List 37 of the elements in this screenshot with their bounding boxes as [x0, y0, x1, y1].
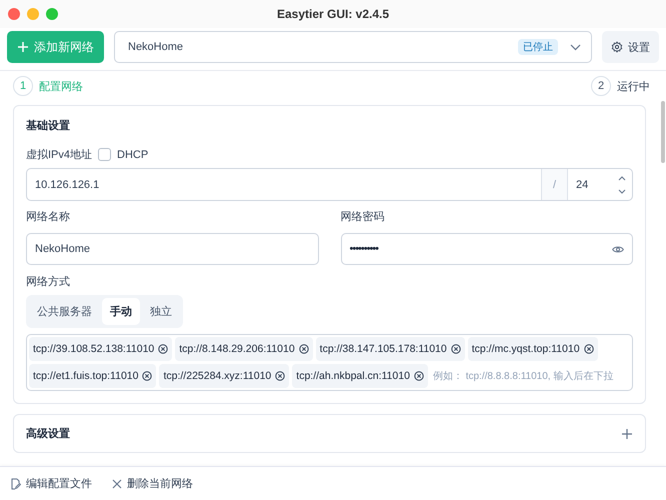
- field-label: 网络方式: [26, 274, 71, 289]
- mode-option[interactable]: 手动: [102, 298, 140, 325]
- settings-button[interactable]: 设置: [602, 31, 659, 63]
- peer-address: tcp://39.108.52.138:11010: [33, 343, 154, 355]
- peer-address: tcp://8.148.29.206:11010: [179, 343, 295, 355]
- password-dots: ••••••••••: [350, 243, 378, 255]
- network-name-field[interactable]: NekoHome: [26, 233, 318, 265]
- slash-separator: /: [541, 169, 568, 200]
- mode-option[interactable]: 公共服务器: [29, 298, 100, 325]
- prefix-value: 24: [576, 178, 588, 190]
- delete-network-button[interactable]: 删除当前网络: [112, 476, 193, 491]
- ipv4-field[interactable]: 10.126.126.1 / 24: [26, 168, 633, 201]
- field-label: 网络密码: [340, 210, 386, 224]
- network-dropdown[interactable]: NekoHome 已停止: [114, 31, 592, 63]
- step-number: 2: [591, 76, 611, 96]
- status-badge: 已停止: [518, 39, 558, 55]
- step-number: 1: [13, 76, 33, 96]
- section-title: 高级设置: [26, 426, 70, 441]
- peer-address: tcp://225284.xyz:11010: [163, 370, 272, 382]
- peer-address: tcp://mc.yqst.top:11010: [472, 343, 580, 355]
- window-title: Easytier GUI: v2.4.5: [276, 7, 390, 21]
- edit-config-button[interactable]: 编辑配置文件: [10, 476, 92, 491]
- peer-address: tcp://et1.fuis.top:11010: [33, 370, 138, 382]
- step-label[interactable]: 运行中: [617, 78, 650, 94]
- advanced-settings-card[interactable]: 高级设置: [13, 414, 646, 453]
- mode-option[interactable]: 独立: [142, 298, 180, 325]
- password-field[interactable]: ••••••••••: [340, 233, 633, 265]
- ip-address: 10.126.126.1: [34, 178, 100, 192]
- checkbox-label: DHCP: [117, 148, 148, 160]
- peer-address: tcp://ah.nkbpal.cn:11010: [296, 370, 410, 382]
- peer-address: tcp://38.147.105.178:11010: [320, 343, 447, 355]
- field-label: 虚拟IPv4地址: [26, 148, 92, 162]
- field-value: NekoHome: [35, 243, 90, 255]
- field-label: 网络名称: [26, 210, 71, 224]
- peers-field[interactable]: tcp://39.108.52.138:11010 tcp://8.148.29.206:11010 tcp://38.147.105.178:11010 tcp://mc.yqst.top:11010 tcp://et1.fuis.top:11010 tcp://225284.xyz:11010 tcp://ah.nkbpal.cn:11010 例如： tcp://8.8.8.8:11010, 输入后在下拉: [26, 334, 633, 391]
- section-title: 基础设置: [26, 118, 71, 133]
- network-name: NekoHome: [128, 41, 184, 53]
